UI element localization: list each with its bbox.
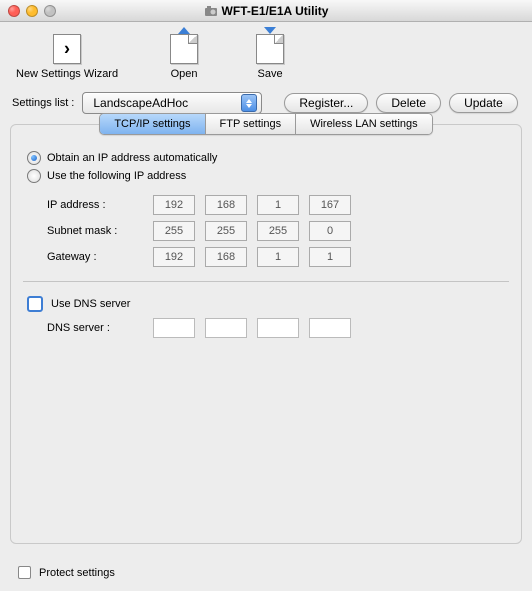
gateway-octet-3[interactable]: 1 bbox=[257, 247, 299, 267]
update-button[interactable]: Update bbox=[449, 93, 518, 113]
dns-octet-4[interactable] bbox=[309, 318, 351, 338]
radio-icon bbox=[27, 151, 41, 165]
toolbar-label: New Settings Wizard bbox=[16, 68, 118, 80]
select-stepper-icon bbox=[241, 94, 257, 112]
checkbox-icon bbox=[18, 566, 31, 579]
delete-button[interactable]: Delete bbox=[376, 93, 441, 113]
gateway-octet-1[interactable]: 192 bbox=[153, 247, 195, 267]
open-button[interactable]: Open bbox=[164, 32, 204, 80]
tab-label: FTP settings bbox=[220, 118, 282, 130]
ip-octet-3[interactable]: 1 bbox=[257, 195, 299, 215]
radio-manual-ip[interactable]: Use the following IP address bbox=[27, 169, 509, 183]
arrow-up-icon bbox=[178, 27, 190, 34]
settings-list-value: LandscapeAdHoc bbox=[93, 96, 188, 110]
protect-settings-checkbox[interactable]: Protect settings bbox=[18, 566, 115, 579]
footer: Protect settings bbox=[0, 554, 532, 591]
save-button[interactable]: Save bbox=[250, 32, 290, 80]
window-title-text: WFT-E1/E1A Utility bbox=[222, 4, 329, 18]
subnet-octet-3[interactable]: 255 bbox=[257, 221, 299, 241]
tab-tcpip[interactable]: TCP/IP settings bbox=[100, 114, 205, 134]
settings-list-select[interactable]: LandscapeAdHoc bbox=[82, 92, 262, 114]
close-window-button[interactable] bbox=[8, 5, 20, 17]
register-button[interactable]: Register... bbox=[284, 93, 368, 113]
radio-label: Obtain an IP address automatically bbox=[47, 152, 217, 164]
toolbar-label: Save bbox=[258, 68, 283, 80]
dns-octet-1[interactable] bbox=[153, 318, 195, 338]
window-controls bbox=[0, 5, 56, 17]
ip-fields: IP address : 192 168 1 167 Subnet mask :… bbox=[47, 195, 509, 267]
minimize-window-button[interactable] bbox=[26, 5, 38, 17]
tab-label: Wireless LAN settings bbox=[310, 118, 418, 130]
checkbox-icon bbox=[27, 296, 43, 312]
window-title: WFT-E1/E1A Utility bbox=[0, 4, 532, 18]
arrow-down-icon bbox=[264, 27, 276, 34]
radio-label: Use the following IP address bbox=[47, 170, 186, 182]
subnet-octet-2[interactable]: 255 bbox=[205, 221, 247, 241]
update-label: Update bbox=[464, 96, 503, 110]
chevron-right-icon: › bbox=[64, 39, 70, 60]
tab-label: TCP/IP settings bbox=[114, 118, 190, 130]
ip-octet-4[interactable]: 167 bbox=[309, 195, 351, 215]
radio-icon bbox=[27, 169, 41, 183]
gateway-octet-2[interactable]: 168 bbox=[205, 247, 247, 267]
register-label: Register... bbox=[299, 96, 353, 110]
delete-label: Delete bbox=[391, 96, 426, 110]
window-titlebar: WFT-E1/E1A Utility bbox=[0, 0, 532, 22]
use-dns-label: Use DNS server bbox=[51, 298, 130, 310]
protect-label: Protect settings bbox=[39, 567, 115, 579]
gateway-octet-4[interactable]: 1 bbox=[309, 247, 351, 267]
settings-list-label: Settings list : bbox=[12, 97, 74, 109]
new-settings-wizard-button[interactable]: › New Settings Wizard bbox=[16, 32, 118, 80]
toolbar-label: Open bbox=[171, 68, 198, 80]
zoom-window-button[interactable] bbox=[44, 5, 56, 17]
tab-ftp[interactable]: FTP settings bbox=[206, 114, 297, 134]
ip-address-label: IP address : bbox=[47, 199, 143, 211]
subnet-label: Subnet mask : bbox=[47, 225, 143, 237]
gateway-label: Gateway : bbox=[47, 251, 143, 263]
subnet-octet-1[interactable]: 255 bbox=[153, 221, 195, 241]
dns-octet-2[interactable] bbox=[205, 318, 247, 338]
dns-octet-3[interactable] bbox=[257, 318, 299, 338]
radio-auto-ip[interactable]: Obtain an IP address automatically bbox=[27, 151, 509, 165]
use-dns-checkbox[interactable]: Use DNS server bbox=[27, 296, 509, 312]
tab-wlan[interactable]: Wireless LAN settings bbox=[296, 114, 432, 134]
app-icon bbox=[204, 5, 218, 17]
separator bbox=[23, 281, 509, 282]
ip-octet-2[interactable]: 168 bbox=[205, 195, 247, 215]
tab-bar: TCP/IP settings FTP settings Wireless LA… bbox=[23, 113, 509, 135]
ip-octet-1[interactable]: 192 bbox=[153, 195, 195, 215]
dns-label: DNS server : bbox=[47, 322, 143, 334]
subnet-octet-4[interactable]: 0 bbox=[309, 221, 351, 241]
toolbar: › New Settings Wizard Open Save bbox=[0, 22, 532, 86]
settings-panel: TCP/IP settings FTP settings Wireless LA… bbox=[10, 124, 522, 544]
